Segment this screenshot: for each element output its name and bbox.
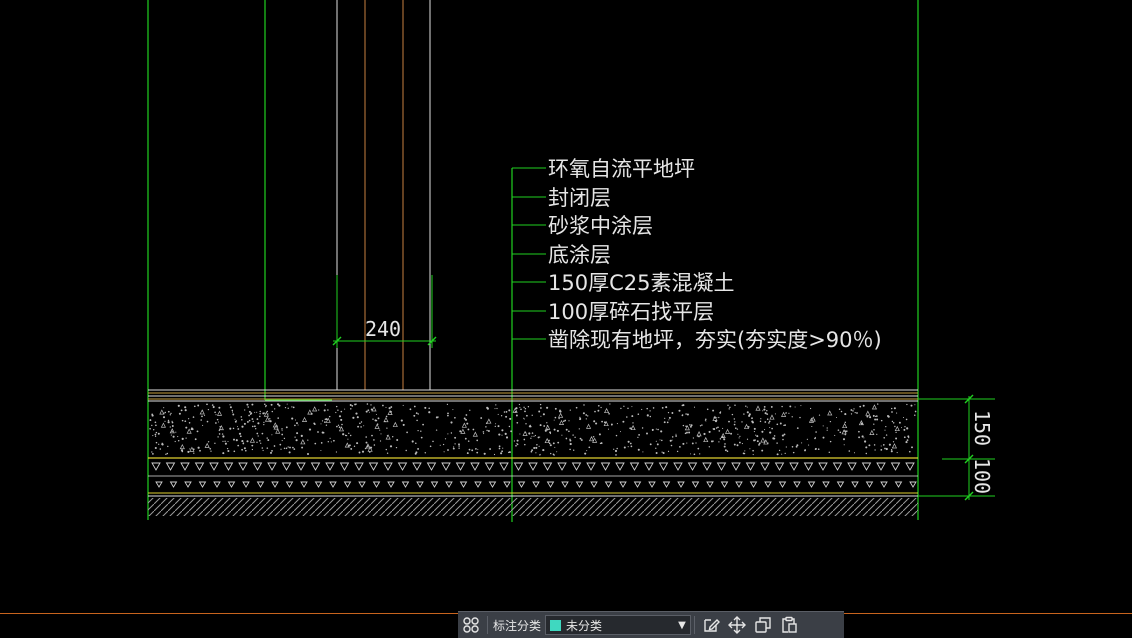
- annotation-concrete: 150厚C25素混凝土: [548, 271, 734, 295]
- category-selected-value: 未分类: [566, 618, 603, 633]
- gravel-thickness-label: 100: [970, 458, 994, 494]
- paste-icon[interactable]: [776, 612, 802, 638]
- grid-icon[interactable]: [458, 612, 484, 638]
- category-dropdown[interactable]: 未分类 ▼: [545, 615, 692, 635]
- edit-icon[interactable]: [698, 612, 724, 638]
- concrete-thickness-label: 150: [970, 410, 994, 446]
- annotation-primer: 底涂层: [548, 243, 611, 267]
- category-color-swatch: [550, 619, 562, 631]
- floor-finish-layers: [148, 389, 918, 400]
- wall-width-label: 240: [365, 317, 401, 341]
- category-label: 标注分类: [493, 618, 542, 633]
- move-icon[interactable]: [724, 612, 750, 638]
- concrete-layer: [148, 400, 918, 459]
- base-soil-layer: [148, 495, 918, 516]
- wall-width-dimension: 240: [332, 275, 437, 348]
- layer-annotations: 环氧自流平地坪 封闭层 砂浆中涂层 底涂层 150厚C25素混凝土 100厚碎石…: [512, 157, 882, 352]
- toolbar-separator: [487, 616, 488, 634]
- cad-drawing-canvas[interactable]: 240 150 100 环氧自流平地坪 封闭层 砂浆中涂层 底涂层 150厚C2…: [0, 0, 1132, 600]
- annotation-gravel: 100厚碎石找平层: [548, 300, 714, 324]
- annotation-sealing-layer: 封闭层: [548, 186, 611, 210]
- chevron-down-icon: ▼: [678, 619, 686, 631]
- frame-lines: [147, 0, 919, 522]
- gravel-layer: [148, 462, 918, 494]
- annotation-epoxy-floor: 环氧自流平地坪: [548, 157, 695, 181]
- annotation-mortar-coat: 砂浆中涂层: [548, 214, 653, 238]
- toolbar-separator: [694, 616, 696, 634]
- copy-icon[interactable]: [750, 612, 776, 638]
- annotation-demolition: 凿除现有地坪，夯实(夯实度>90％): [548, 328, 882, 352]
- annotation-toolbar: 标注分类 未分类 ▼: [458, 611, 844, 638]
